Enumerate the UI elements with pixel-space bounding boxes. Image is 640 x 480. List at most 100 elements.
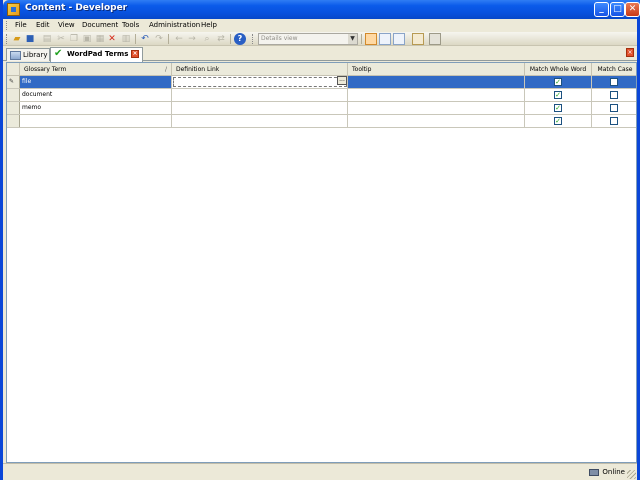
column-header-match-case[interactable]: Match Case <box>592 63 638 76</box>
menu-view[interactable]: View <box>58 21 75 29</box>
app-window: Content - Developer _ □ ✕ File Edit View… <box>0 0 640 480</box>
table-row[interactable]: memo ✓ <box>7 102 636 115</box>
cell-glossary-term[interactable]: file <box>20 76 172 88</box>
cell-definition-link[interactable] <box>172 115 348 127</box>
refresh-icon[interactable] <box>429 33 441 45</box>
tab-label: Library <box>23 51 48 59</box>
checkmark-icon: ✔ <box>54 48 63 59</box>
cell-match-whole-word[interactable]: ✓ <box>525 76 592 88</box>
menu-edit[interactable]: Edit <box>36 21 50 29</box>
undo-icon[interactable]: ↶ <box>139 33 151 45</box>
open-folder-icon[interactable]: ▰ <box>11 33 23 45</box>
column-header-match-whole-word[interactable]: Match Whole Word <box>525 63 592 76</box>
glossary-grid: Glossary Term / Definition Link Tooltip … <box>6 62 637 463</box>
save-icon[interactable]: ■ <box>24 33 36 45</box>
back-icon[interactable]: ← <box>173 33 185 45</box>
match-whole-word-checkbox[interactable]: ✓ <box>554 117 562 125</box>
forward-icon[interactable]: → <box>186 33 198 45</box>
copy-icon[interactable]: ❐ <box>68 33 80 45</box>
minimize-button[interactable]: _ <box>594 2 609 17</box>
row-header[interactable] <box>7 115 20 127</box>
match-whole-word-checkbox[interactable]: ✓ <box>554 104 562 112</box>
chevron-down-icon[interactable]: ▼ <box>348 34 357 44</box>
menu-document[interactable]: Document <box>82 21 118 29</box>
toolbar-grip[interactable] <box>6 34 8 44</box>
cell-definition-link[interactable]: ... <box>172 76 348 88</box>
pencil-icon: ✎ <box>9 78 15 85</box>
menu-help[interactable]: Help <box>201 21 217 29</box>
column-header-label: Glossary Term <box>24 66 67 73</box>
status-bar: Online <box>3 463 637 480</box>
sort-indicator-icon: / <box>164 66 167 73</box>
cell-glossary-term[interactable]: document <box>20 89 172 101</box>
toolbar-separator <box>135 34 136 44</box>
find-icon[interactable]: ⌕ <box>201 33 213 45</box>
cell-tooltip[interactable] <box>348 76 525 88</box>
menu-grip[interactable] <box>6 21 8 30</box>
layout-single-pane-icon[interactable] <box>365 33 377 45</box>
cell-glossary-term[interactable] <box>20 115 172 127</box>
properties-icon[interactable]: ▥ <box>120 33 132 45</box>
cut-icon[interactable]: ✂ <box>55 33 67 45</box>
tab-wordpad-terms[interactable]: ✔ WordPad Terms × <box>50 47 143 62</box>
cell-definition-link[interactable] <box>172 89 348 101</box>
match-case-checkbox[interactable] <box>610 104 618 112</box>
menu-tools[interactable]: Tools <box>122 21 139 29</box>
menu-administration[interactable]: Administration <box>149 21 200 29</box>
network-icon <box>589 469 600 476</box>
column-header-definition-link[interactable]: Definition Link <box>172 63 348 76</box>
tab-close-icon[interactable]: × <box>131 50 139 58</box>
toolbar-separator <box>230 34 231 44</box>
cell-match-whole-word[interactable]: ✓ <box>525 102 592 114</box>
match-case-checkbox[interactable] <box>610 78 618 86</box>
window-title: Content - Developer <box>25 3 128 13</box>
tab-library[interactable]: Library <box>6 48 50 61</box>
cell-match-case[interactable] <box>592 89 636 101</box>
cell-tooltip[interactable] <box>348 89 525 101</box>
column-header-tooltip[interactable]: Tooltip <box>348 63 525 76</box>
replace-icon[interactable]: ⇄ <box>215 33 227 45</box>
browse-link-button[interactable]: ... <box>337 76 347 85</box>
match-whole-word-checkbox[interactable]: ✓ <box>554 91 562 99</box>
column-header-glossary-term[interactable]: Glossary Term / <box>20 63 172 76</box>
definition-link-input[interactable] <box>173 77 347 87</box>
close-all-tabs-icon[interactable]: × <box>626 48 634 57</box>
table-row-new[interactable]: ✓ <box>7 115 636 128</box>
row-header[interactable] <box>7 89 20 101</box>
row-header[interactable] <box>7 102 20 114</box>
match-case-checkbox[interactable] <box>610 91 618 99</box>
layout-horizontal-split-icon[interactable] <box>379 33 391 45</box>
view-select[interactable]: Details view ▼ <box>258 33 358 45</box>
resize-grip[interactable] <box>627 470 636 479</box>
cell-tooltip[interactable] <box>348 102 525 114</box>
document-tabs: Library ✔ WordPad Terms × × <box>3 46 637 62</box>
match-whole-word-checkbox[interactable]: ✓ <box>554 78 562 86</box>
delete-icon[interactable]: ✕ <box>106 33 118 45</box>
cell-match-case[interactable] <box>592 115 636 127</box>
match-case-checkbox[interactable] <box>610 117 618 125</box>
paste-special-icon[interactable]: ▦ <box>94 33 106 45</box>
toolbar: ▰ ■ ▤ ✂ ❐ ▣ ▦ ✕ ▥ ↶ ↷ ← → ⌕ ⇄ ? Details … <box>3 32 637 46</box>
menu-file[interactable]: File <box>15 21 27 29</box>
help-icon[interactable]: ? <box>234 33 246 45</box>
connection-status: Online <box>589 466 625 479</box>
paste-icon[interactable]: ▣ <box>81 33 93 45</box>
cell-match-whole-word[interactable]: ✓ <box>525 89 592 101</box>
row-header[interactable]: ✎ <box>7 76 20 88</box>
maximize-button[interactable]: □ <box>610 2 625 17</box>
cell-match-case[interactable] <box>592 102 636 114</box>
redo-icon[interactable]: ↷ <box>153 33 165 45</box>
layout-vertical-split-icon[interactable] <box>393 33 405 45</box>
table-row[interactable]: document ✓ <box>7 89 636 102</box>
close-button[interactable]: ✕ <box>625 2 640 17</box>
toolbar-grip[interactable] <box>252 34 254 44</box>
toggle-folder-icon[interactable] <box>412 33 424 45</box>
cell-tooltip[interactable] <box>348 115 525 127</box>
cell-match-case[interactable] <box>592 76 636 88</box>
cell-definition-link[interactable] <box>172 102 348 114</box>
title-bar[interactable]: Content - Developer _ □ ✕ <box>3 0 640 19</box>
cell-glossary-term[interactable]: memo <box>20 102 172 114</box>
table-row[interactable]: ✎ file ... ✓ <box>7 76 636 89</box>
print-icon[interactable]: ▤ <box>41 33 53 45</box>
cell-match-whole-word[interactable]: ✓ <box>525 115 592 127</box>
